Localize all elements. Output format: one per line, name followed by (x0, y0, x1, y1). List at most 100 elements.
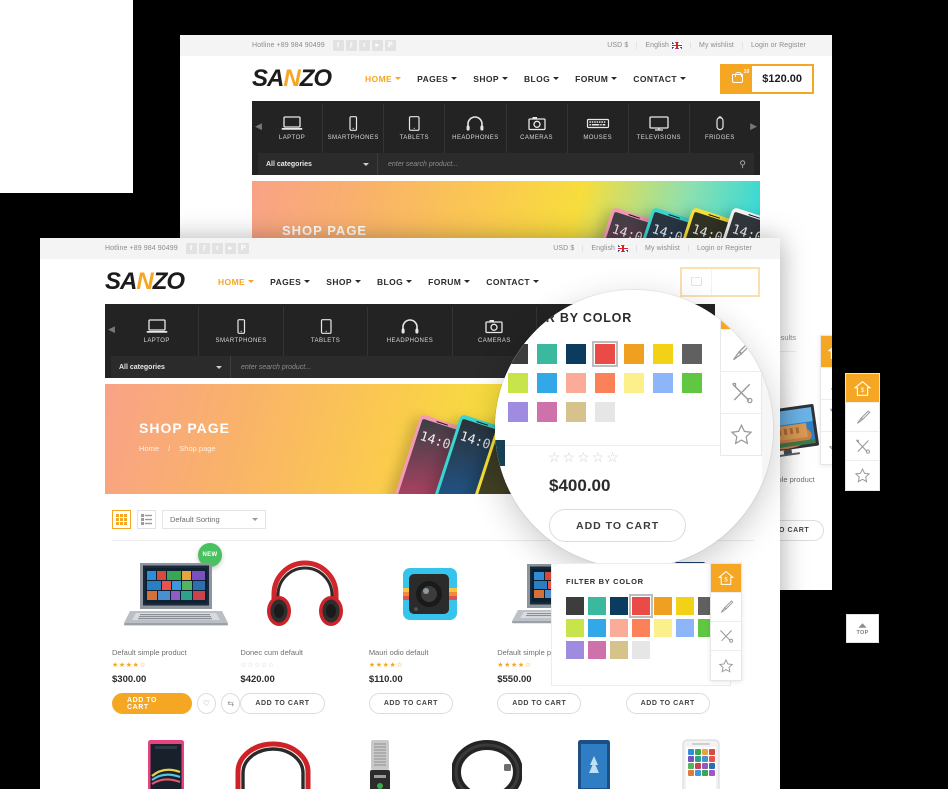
category-prev-arrow[interactable]: ◀ (255, 121, 262, 132)
add-to-cart-button[interactable]: ADD TO CART (368, 693, 453, 714)
language-selector[interactable]: English (636, 42, 690, 49)
currency-selector[interactable]: USD $ (599, 42, 636, 49)
product-name[interactable]: Default simple product (112, 648, 240, 657)
nav-item-home[interactable]: HOME (218, 277, 255, 287)
category-item-televisions[interactable]: TELEVISIONS (627, 104, 689, 153)
product-thumbnail[interactable] (540, 738, 647, 789)
sorting-select[interactable]: Default Sorting (162, 510, 266, 529)
product-name[interactable]: Donec cum default (240, 648, 368, 657)
toolbar-item-home-dollar[interactable]: $ (821, 336, 832, 368)
color-swatch[interactable] (566, 402, 586, 422)
login-register-link[interactable]: Login or Register (687, 245, 760, 252)
wishlist-link[interactable]: My wishlist (690, 42, 742, 49)
toolbar-item-star[interactable] (721, 413, 761, 455)
site-logo[interactable]: SANZO (252, 65, 332, 93)
toolbar-item-tools[interactable] (846, 432, 879, 461)
category-next-arrow[interactable]: ▶ (750, 121, 757, 132)
color-swatch[interactable] (610, 641, 628, 659)
toolbar-item-paintbrush[interactable] (846, 403, 879, 432)
color-swatch[interactable] (682, 344, 702, 364)
color-swatch[interactable] (566, 344, 586, 364)
login-register-link[interactable]: Login or Register (741, 42, 814, 49)
color-swatch[interactable] (566, 641, 584, 659)
color-swatch[interactable] (566, 597, 584, 615)
add-to-cart-button[interactable]: ADD TO CART (497, 693, 582, 714)
product-thumbnail[interactable] (647, 738, 754, 789)
color-swatch[interactable] (676, 597, 694, 615)
scroll-to-top-button[interactable]: TOP (846, 614, 879, 643)
product-thumbnail[interactable] (112, 738, 219, 789)
color-swatch[interactable] (676, 619, 694, 637)
color-swatch-selected[interactable] (592, 341, 618, 367)
facebook-icon[interactable]: f (332, 40, 344, 51)
add-to-cart-button[interactable]: ADD TO CART (112, 693, 192, 714)
search-icon[interactable]: ⚲ (739, 159, 754, 170)
color-swatch[interactable] (654, 597, 672, 615)
nav-item-contact[interactable]: CONTACT (486, 277, 540, 287)
twitter-icon[interactable]: ƒ (198, 243, 210, 254)
compare-icon[interactable]: ⇆ (221, 693, 241, 714)
facebook-icon[interactable]: f (185, 243, 197, 254)
color-swatch[interactable] (595, 373, 615, 393)
toolbar-item-tools[interactable] (821, 400, 832, 432)
color-swatch[interactable] (508, 373, 528, 393)
toolbar-item-home-dollar[interactable]: $ (846, 374, 879, 403)
category-item-smartphones[interactable]: SMARTPHONES (198, 307, 282, 356)
color-swatch[interactable] (595, 402, 615, 422)
social-links[interactable]: f ƒ t ▸ ℙ (185, 243, 249, 254)
color-swatch[interactable] (537, 402, 557, 422)
toolbar-item-home-dollar[interactable]: $ (711, 564, 741, 593)
wishlist-link[interactable]: My wishlist (636, 245, 688, 252)
color-swatch-selected[interactable] (629, 594, 653, 618)
breadcrumb-home[interactable]: Home (139, 444, 159, 453)
youtube-icon[interactable]: ▸ (371, 40, 383, 51)
toolbar-item-tools[interactable] (721, 371, 761, 413)
product-thumbnail[interactable] (240, 548, 368, 640)
nav-item-forum[interactable]: FORUM (575, 74, 618, 84)
color-swatch[interactable] (566, 619, 584, 637)
nav-item-shop[interactable]: SHOP (473, 74, 508, 84)
category-prev-arrow[interactable]: ◀ (108, 324, 115, 335)
product-thumbnail[interactable] (433, 738, 540, 789)
nav-item-pages[interactable]: PAGES (270, 277, 311, 287)
color-swatch[interactable] (566, 373, 586, 393)
add-to-cart-button[interactable]: ADD TO CART (625, 693, 710, 714)
site-logo[interactable]: SANZO (105, 268, 185, 296)
color-swatch[interactable] (508, 402, 528, 422)
toolbar-item-paintbrush[interactable] (721, 329, 761, 371)
color-swatch[interactable] (653, 373, 673, 393)
category-item-smartphones[interactable]: SMARTPHONES (322, 104, 383, 153)
category-item-fridges[interactable]: FRIDGES (688, 104, 750, 153)
category-item-headphones[interactable]: HEADPHONES (367, 307, 451, 356)
social-links[interactable]: f ƒ t ▸ ℙ (332, 40, 396, 51)
list-view-button[interactable] (137, 510, 156, 529)
toolbar-item-paintbrush[interactable] (821, 368, 832, 400)
product-thumbnail[interactable] (112, 548, 240, 640)
nav-item-home[interactable]: HOME (365, 74, 402, 84)
color-swatch[interactable] (610, 619, 628, 637)
product-name[interactable]: Mauri odio default (369, 648, 497, 657)
tumblr-icon[interactable]: t (211, 243, 223, 254)
nav-item-shop[interactable]: SHOP (326, 277, 361, 287)
product-thumbnail[interactable] (219, 738, 326, 789)
grid-view-button[interactable] (112, 510, 131, 529)
nav-item-blog[interactable]: BLOG (524, 74, 560, 84)
search-category-select[interactable]: All categories (258, 153, 378, 175)
toolbar-item-star[interactable] (846, 461, 879, 490)
nav-item-blog[interactable]: BLOG (377, 277, 413, 287)
category-item-tablets[interactable]: TABLETS (282, 307, 367, 356)
color-swatch[interactable] (654, 619, 672, 637)
category-item-tablets[interactable]: TABLETS (383, 104, 444, 153)
heart-icon[interactable]: ♡ (196, 693, 217, 714)
toolbar-item-tools[interactable] (711, 622, 741, 651)
color-swatch[interactable] (588, 641, 606, 659)
category-item-laptop[interactable]: LAPTOP (115, 307, 198, 356)
toolbar-item-home-dollar[interactable]: $ (721, 290, 761, 329)
product-thumbnail[interactable] (326, 738, 433, 789)
color-swatch[interactable] (632, 619, 650, 637)
add-to-cart-button[interactable]: ADD TO CART (240, 693, 325, 714)
tumblr-icon[interactable]: t (358, 40, 370, 51)
color-swatch[interactable] (653, 344, 673, 364)
currency-selector[interactable]: USD $ (545, 245, 582, 252)
color-swatch[interactable] (508, 344, 528, 364)
